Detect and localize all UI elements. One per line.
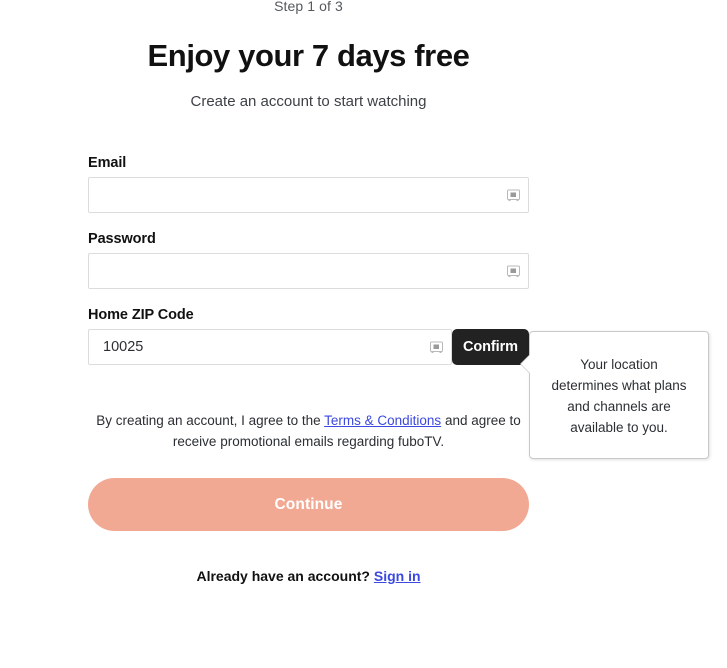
- zip-row: Confirm: [88, 329, 529, 365]
- page-subtitle: Create an account to start watching: [190, 93, 427, 110]
- email-label: Email: [88, 155, 127, 171]
- email-input-wrap: [88, 177, 529, 213]
- password-field-group: Password: [88, 231, 529, 289]
- signin-row: Already have an account? Sign in: [0, 568, 617, 584]
- signup-page: Step 1 of 3 Enjoy your 7 days free Creat…: [0, 0, 727, 668]
- legal-consent-text: By creating an account, I agree to the T…: [88, 410, 529, 452]
- signin-link[interactable]: Sign in: [374, 568, 421, 584]
- signin-prompt: Already have an account?: [196, 568, 370, 584]
- password-label: Password: [88, 231, 156, 247]
- password-input-wrap: [88, 253, 529, 289]
- zip-input[interactable]: [88, 329, 452, 365]
- tooltip-arrow-icon: [521, 355, 530, 373]
- step-indicator: Step 1 of 3: [274, 0, 343, 14]
- email-field-group: Email: [88, 155, 529, 213]
- email-input[interactable]: [88, 177, 529, 213]
- zip-label: Home ZIP Code: [88, 307, 194, 323]
- signup-form: Email Password Home ZIP Code 10025 Confi…: [88, 155, 529, 365]
- continue-button[interactable]: Continue: [88, 478, 529, 531]
- tooltip-text: Your location determines what plans and …: [551, 357, 687, 435]
- location-tooltip: Your location determines what plans and …: [520, 331, 709, 459]
- confirm-zip-button[interactable]: Confirm: [452, 329, 529, 365]
- terms-and-conditions-link[interactable]: Terms & Conditions: [324, 413, 441, 428]
- zip-field-group: Home ZIP Code Confirm: [88, 307, 529, 365]
- page-title: Enjoy your 7 days free: [147, 38, 470, 73]
- password-input[interactable]: [88, 253, 529, 289]
- zip-input-wrap: [88, 329, 452, 365]
- legal-text-before: By creating an account, I agree to the: [96, 413, 325, 428]
